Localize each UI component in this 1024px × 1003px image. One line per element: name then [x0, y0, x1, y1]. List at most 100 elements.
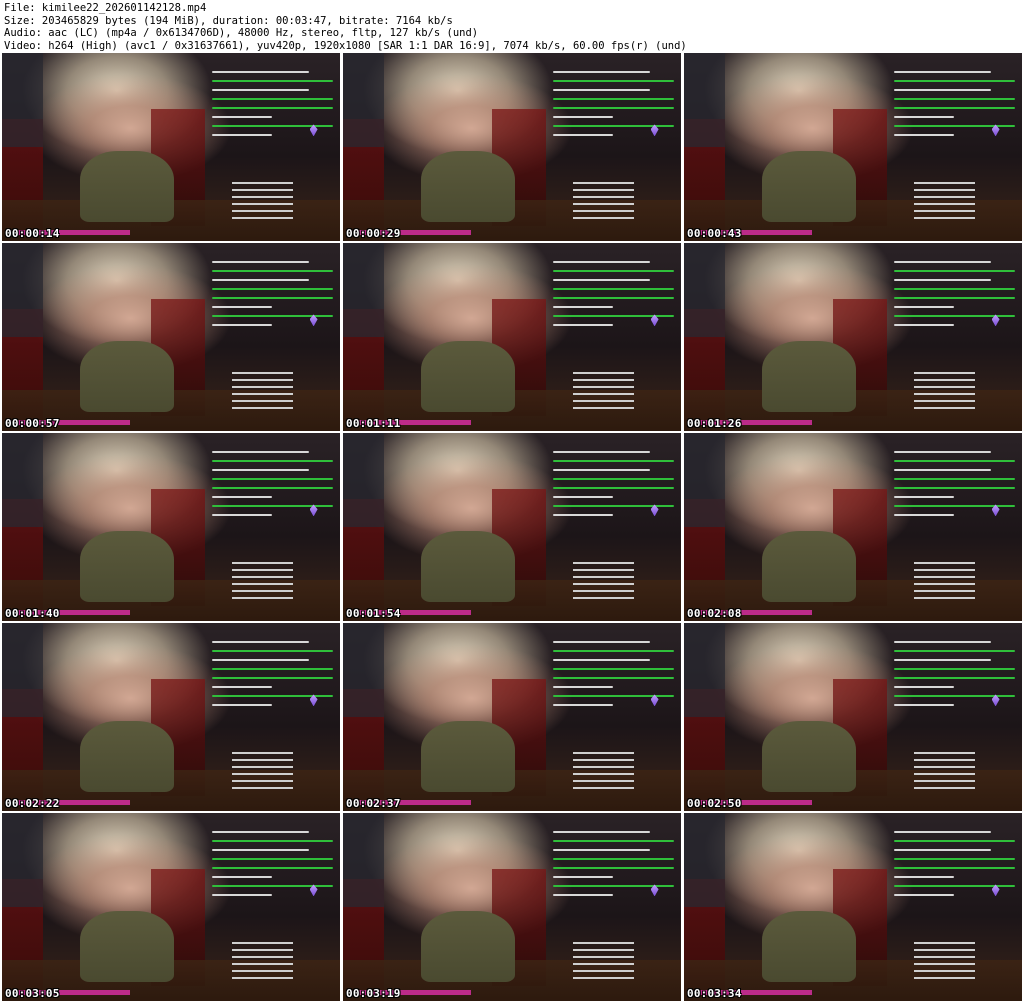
overlay-line — [552, 496, 614, 499]
thumbnail-timestamp: 00:03:05 — [5, 987, 60, 1000]
overlay-line — [211, 487, 334, 490]
leaderboard-line — [913, 386, 975, 389]
overlay-line — [893, 98, 1016, 101]
leaderboard-line — [231, 759, 293, 762]
leaderboard-line — [231, 780, 293, 783]
overlay-line — [893, 261, 991, 264]
leaderboard-line — [913, 752, 975, 755]
leaderboard-line — [913, 597, 975, 600]
thumbnail-grid: 00:00:14 00:00:29 00:00:43 00:00:57 00:01:11… — [2, 53, 1022, 1001]
frame-menu-panel — [2, 813, 43, 907]
leaderboard-line — [231, 583, 293, 586]
file-name-line: File: kimilee22_202601142128.mp4 — [4, 2, 207, 14]
overlay-line — [552, 279, 650, 282]
leaderboard-line — [913, 583, 975, 586]
frame-leaderboard — [572, 557, 634, 604]
video-thumbnail: 00:03:19 — [343, 813, 681, 1001]
overlay-line — [211, 858, 334, 861]
frame-leaderboard — [572, 747, 634, 794]
frame-leaderboard — [231, 747, 293, 794]
video-thumbnail: 00:00:57 — [2, 243, 340, 431]
leaderboard-line — [231, 400, 293, 403]
overlay-line — [211, 478, 334, 481]
leaderboard-line — [913, 956, 975, 959]
leaderboard-line — [913, 780, 975, 783]
leaderboard-line — [572, 780, 634, 783]
video-thumbnail: 00:02:50 — [684, 623, 1022, 811]
leaderboard-line — [572, 372, 634, 375]
leaderboard-line — [913, 189, 975, 192]
leaderboard-line — [231, 787, 293, 790]
leaderboard-line — [572, 597, 634, 600]
overlay-line — [893, 650, 1016, 653]
overlay-line — [893, 840, 1016, 843]
overlay-line — [211, 849, 309, 852]
overlay-line — [211, 686, 273, 689]
overlay-line — [893, 324, 955, 327]
leaderboard-line — [913, 393, 975, 396]
overlay-line — [211, 840, 334, 843]
frame-leaderboard — [572, 937, 634, 984]
overlay-line — [211, 460, 334, 463]
overlay-line — [211, 261, 309, 264]
leaderboard-line — [572, 196, 634, 199]
overlay-line — [552, 98, 675, 101]
frame-menu-panel — [343, 433, 384, 527]
overlay-line — [893, 641, 991, 644]
frame-shirt — [79, 340, 175, 413]
leaderboard-line — [231, 752, 293, 755]
leaderboard-line — [231, 970, 293, 973]
overlay-line — [893, 849, 991, 852]
leaderboard-line — [572, 590, 634, 593]
leaderboard-line — [913, 196, 975, 199]
leaderboard-line — [231, 217, 293, 220]
overlay-line — [893, 107, 1016, 110]
overlay-line — [893, 668, 1016, 671]
frame-menu-panel — [2, 433, 43, 527]
leaderboard-line — [913, 400, 975, 403]
overlay-line — [211, 704, 273, 707]
overlay-line — [552, 288, 675, 291]
leaderboard-line — [572, 949, 634, 952]
leaderboard-line — [572, 963, 634, 966]
overlay-line — [552, 514, 614, 517]
leaderboard-line — [231, 393, 293, 396]
overlay-line — [893, 876, 955, 879]
overlay-line — [552, 270, 675, 273]
overlay-line — [893, 270, 1016, 273]
leaderboard-line — [913, 562, 975, 565]
frame-shirt — [761, 910, 857, 983]
overlay-line — [552, 89, 650, 92]
leaderboard-line — [572, 562, 634, 565]
leaderboard-line — [231, 569, 293, 572]
leaderboard-line — [913, 217, 975, 220]
video-thumbnail: 00:02:37 — [343, 623, 681, 811]
frame-menu-panel — [684, 813, 725, 907]
overlay-line — [211, 641, 309, 644]
leaderboard-line — [231, 773, 293, 776]
overlay-line — [211, 677, 334, 680]
leaderboard-line — [572, 766, 634, 769]
leaderboard-line — [572, 977, 634, 980]
leaderboard-line — [572, 787, 634, 790]
thumbnail-timestamp: 00:00:29 — [346, 227, 401, 240]
leaderboard-line — [913, 379, 975, 382]
video-thumbnail: 00:03:05 — [2, 813, 340, 1001]
frame-shirt — [420, 340, 516, 413]
leaderboard-line — [572, 752, 634, 755]
leaderboard-line — [572, 759, 634, 762]
thumbnail-timestamp: 00:01:26 — [687, 417, 742, 430]
overlay-line — [211, 469, 309, 472]
frame-shirt — [79, 150, 175, 223]
overlay-line — [552, 80, 675, 83]
frame-menu-panel — [2, 53, 43, 147]
frame-leaderboard — [231, 177, 293, 224]
frame-leaderboard — [913, 747, 975, 794]
leaderboard-line — [913, 970, 975, 973]
leaderboard-line — [913, 210, 975, 213]
frame-leaderboard — [572, 177, 634, 224]
overlay-line — [552, 650, 675, 653]
leaderboard-line — [913, 787, 975, 790]
video-thumbnail: 00:01:54 — [343, 433, 681, 621]
leaderboard-line — [572, 210, 634, 213]
